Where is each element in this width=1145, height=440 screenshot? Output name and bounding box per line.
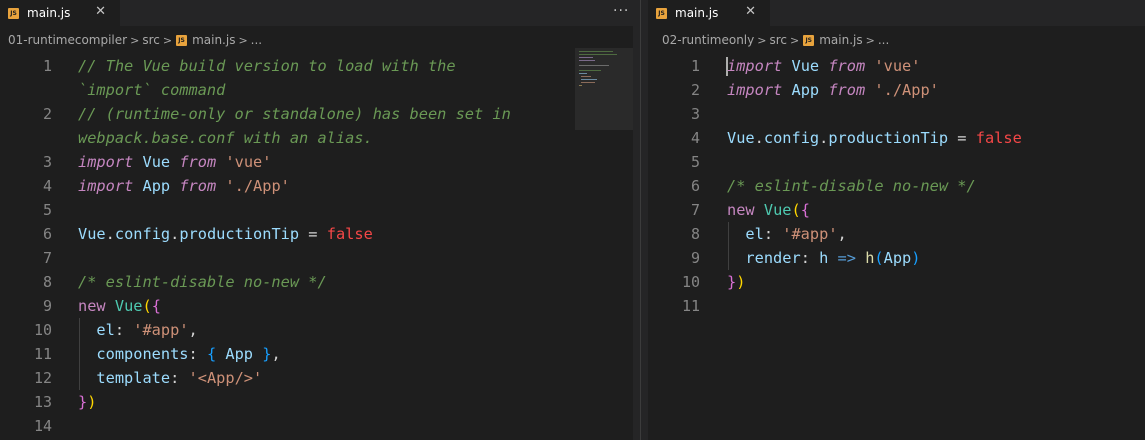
tab-label: main.js [675, 6, 719, 20]
tab-main-js[interactable]: JS main.js ✕ [0, 0, 120, 26]
minimap-line [579, 85, 582, 86]
chevron-right-icon: > [865, 33, 875, 47]
minimap-line [581, 82, 595, 83]
line-number: 2 [690, 81, 700, 99]
breadcrumb-file[interactable]: main.js [192, 33, 235, 47]
editor-pane-left: JS main.js ✕ ··· 01-runtimecompiler > sr… [0, 0, 633, 440]
code-line: }) [78, 393, 97, 411]
minimap-line [579, 60, 595, 61]
line-number: 14 [33, 417, 52, 435]
line-number: 10 [681, 273, 700, 291]
tab-label: main.js [27, 6, 71, 20]
line-number: 10 [33, 321, 52, 339]
breadcrumb-tail[interactable]: ... [878, 33, 889, 47]
chevron-right-icon: > [757, 33, 767, 47]
code-line: el: '#app', [745, 225, 847, 243]
code-line: new Vue({ [727, 201, 810, 219]
code-line: components: { App }, [96, 345, 281, 363]
code-line: render: h => h(App) [745, 249, 921, 267]
js-file-icon: JS [176, 34, 188, 46]
split-divider[interactable] [633, 0, 648, 440]
line-number: 7 [690, 201, 700, 219]
line-number: 13 [33, 393, 52, 411]
line-number: 7 [42, 249, 52, 267]
line-number: 4 [42, 177, 52, 195]
minimap[interactable] [575, 48, 633, 130]
line-number: 4 [690, 129, 700, 147]
breadcrumb-file[interactable]: main.js [819, 33, 862, 47]
close-icon[interactable]: ✕ [745, 4, 756, 19]
js-file-icon: JS [803, 34, 815, 46]
code-line: el: '#app', [96, 321, 198, 339]
tab-bar: JS main.js ✕ ··· [0, 0, 633, 26]
code-line: Vue.config.productionTip = false [78, 225, 373, 243]
divider-line [640, 0, 641, 440]
code-line: Vue.config.productionTip = false [727, 129, 1022, 147]
chevron-right-icon: > [790, 33, 800, 47]
line-number: 6 [42, 225, 52, 243]
code-line: // (runtime-only or standalone) has been… [78, 105, 511, 123]
minimap-line [579, 57, 593, 58]
breadcrumb: 01-runtimecompiler > src > JS main.js > … [0, 26, 633, 54]
minimap-line [579, 73, 587, 74]
line-number: 2 [42, 105, 52, 123]
code-line: webpack.base.conf with an alias. [78, 129, 373, 147]
line-number: 8 [42, 273, 52, 291]
line-number: 1 [42, 57, 52, 75]
line-number: 5 [42, 201, 52, 219]
line-number: 11 [681, 297, 700, 315]
chevron-right-icon: > [238, 33, 248, 47]
minimap-line [581, 76, 591, 77]
breadcrumb-folder[interactable]: 01-runtimecompiler [8, 33, 127, 47]
code-line: import App from './App' [78, 177, 290, 195]
code-line: /* eslint-disable no-new */ [78, 273, 327, 291]
breadcrumb: 02-runtimeonly > src > JS main.js > ... [648, 26, 1145, 54]
line-number: 6 [690, 177, 700, 195]
minimap-line [579, 70, 601, 71]
code-line: import App from './App' [727, 81, 939, 99]
close-icon[interactable]: ✕ [95, 4, 106, 19]
code-line: import Vue from 'vue' [78, 153, 272, 171]
line-number: 9 [690, 249, 700, 267]
breadcrumb-tail[interactable]: ... [251, 33, 262, 47]
js-file-icon: JS [8, 7, 19, 19]
code-line: `import` command [78, 81, 226, 99]
line-number: 9 [42, 297, 52, 315]
line-number: 12 [33, 369, 52, 387]
js-file-icon: JS [656, 7, 667, 19]
minimap-line [579, 51, 613, 52]
minimap-line [579, 65, 609, 66]
line-number: 1 [690, 57, 700, 75]
line-number: 3 [690, 105, 700, 123]
line-number: 5 [690, 153, 700, 171]
more-actions-icon[interactable]: ··· [613, 3, 629, 19]
chevron-right-icon: > [130, 33, 140, 47]
minimap-line [579, 54, 617, 55]
line-number: 3 [42, 153, 52, 171]
breadcrumb-src[interactable]: src [769, 33, 787, 47]
tab-bar: JS main.js ✕ [648, 0, 1145, 26]
tab-main-js[interactable]: JS main.js ✕ [648, 0, 770, 26]
code-line: import Vue from 'vue' [727, 57, 921, 75]
line-number: 11 [33, 345, 52, 363]
chevron-right-icon: > [162, 33, 173, 47]
code-line: template: '<App/>' [96, 369, 263, 387]
breadcrumb-src[interactable]: src [142, 33, 160, 47]
code-line: // The Vue build version to load with th… [78, 57, 456, 75]
minimap-line [581, 79, 597, 80]
breadcrumb-folder[interactable]: 02-runtimeonly [662, 33, 754, 47]
code-line: new Vue({ [78, 297, 161, 315]
editor-pane-right: JS main.js ✕ 02-runtimeonly > src > JS m… [648, 0, 1145, 440]
code-line: }) [727, 273, 746, 291]
code-line: /* eslint-disable no-new */ [727, 177, 976, 195]
line-number: 8 [690, 225, 700, 243]
